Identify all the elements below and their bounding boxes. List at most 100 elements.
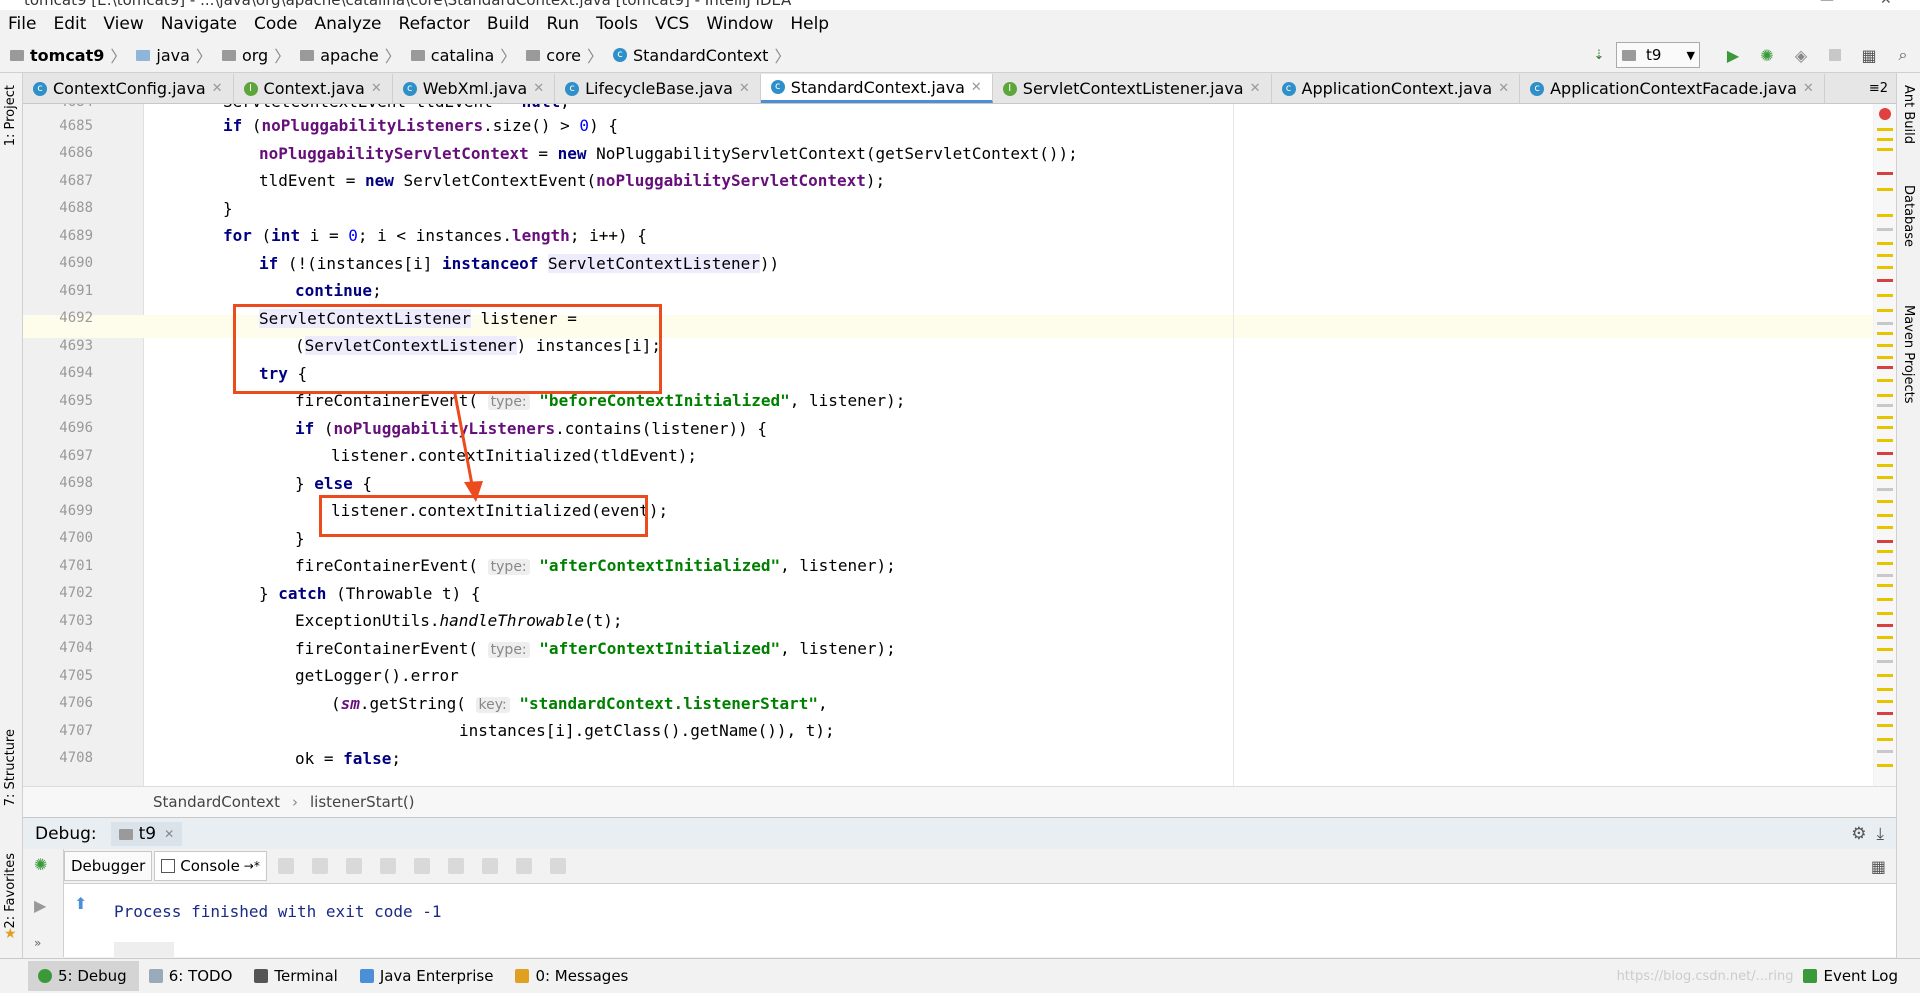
force-step-into-icon[interactable] <box>379 858 396 874</box>
error-stripe[interactable] <box>1874 104 1896 786</box>
stripe-mark[interactable] <box>1877 598 1893 601</box>
search-icon[interactable]: ⌕ <box>1894 45 1912 64</box>
stripe-mark[interactable] <box>1877 452 1893 455</box>
layout-settings-icon[interactable]: ▦ <box>1871 857 1886 876</box>
tool-ant-build[interactable]: Ant Build <box>1901 85 1916 144</box>
tool-terminal[interactable]: Terminal <box>244 961 349 991</box>
close-icon[interactable]: ✕ <box>971 80 982 95</box>
debug-icon[interactable]: ✺ <box>1758 46 1776 65</box>
menu-file[interactable]: File <box>0 14 45 34</box>
breadcrumb-catalina[interactable]: catalina 〉 <box>410 43 516 67</box>
tool-debug[interactable]: 5: Debug <box>28 961 139 991</box>
tabs-overflow-button[interactable]: ≡2 <box>1869 81 1888 96</box>
hide-panel-icon[interactable]: ⤓ <box>1876 824 1884 844</box>
breadcrumb-apache[interactable]: apache 〉 <box>300 43 401 67</box>
drop-frame-icon[interactable] <box>447 858 464 874</box>
stripe-mark[interactable] <box>1877 612 1893 615</box>
console-output[interactable]: ⬆ Process finished with exit code -1 <box>64 884 1896 957</box>
stripe-mark[interactable] <box>1877 584 1893 587</box>
stripe-mark[interactable] <box>1877 488 1893 491</box>
stripe-mark[interactable] <box>1877 404 1893 407</box>
stripe-mark[interactable] <box>1877 344 1893 347</box>
stripe-mark[interactable] <box>1877 416 1893 419</box>
stripe-mark[interactable] <box>1877 138 1893 141</box>
stripe-mark[interactable] <box>1877 426 1893 429</box>
stripe-mark[interactable] <box>1877 439 1893 442</box>
stripe-mark[interactable] <box>1877 674 1893 677</box>
menu-navigate[interactable]: Navigate <box>153 14 246 34</box>
stripe-mark[interactable] <box>1877 366 1893 369</box>
stripe-mark[interactable] <box>1877 356 1893 359</box>
tab-standardcontext[interactable]: c StandardContext.java ✕ <box>760 74 993 103</box>
step-out-icon[interactable] <box>413 858 430 874</box>
tool-messages[interactable]: 0: Messages <box>505 961 640 991</box>
close-icon[interactable]: ✕ <box>212 81 223 96</box>
stripe-mark[interactable] <box>1877 214 1893 217</box>
evaluate-icon[interactable] <box>515 858 532 874</box>
scroll-up-icon[interactable]: ⬆ <box>74 894 87 913</box>
show-execution-point-icon[interactable] <box>277 858 294 874</box>
minimize-icon[interactable]: — <box>1820 0 1834 8</box>
stripe-mark[interactable] <box>1877 148 1893 151</box>
breadcrumb-standardcontext[interactable]: c StandardContext 〉 <box>612 43 790 67</box>
console-input-area[interactable] <box>114 942 174 957</box>
run-icon[interactable]: ▶ <box>1724 46 1742 65</box>
menu-build[interactable]: Build <box>479 14 539 34</box>
tab-lifecyclebase[interactable]: c LifecycleBase.java ✕ <box>555 74 761 103</box>
menu-run[interactable]: Run <box>539 14 589 34</box>
rerun-icon[interactable]: ✺ <box>34 855 47 874</box>
stripe-mark[interactable] <box>1877 764 1893 767</box>
tab-webxml[interactable]: c WebXml.java ✕ <box>393 74 556 103</box>
run-config-select[interactable]: t9 ▼ <box>1616 42 1700 68</box>
stripe-mark[interactable] <box>1877 279 1893 282</box>
menu-refactor[interactable]: Refactor <box>391 14 479 34</box>
stripe-mark[interactable] <box>1877 636 1893 639</box>
crumb-method[interactable]: listenerStart() <box>310 793 415 811</box>
step-into-icon[interactable] <box>345 858 362 874</box>
run-to-cursor-icon[interactable] <box>481 858 498 874</box>
tool-java-enterprise[interactable]: Java Enterprise <box>350 961 506 991</box>
project-structure-icon[interactable]: ▦ <box>1860 46 1878 65</box>
close-icon[interactable]: ✕ <box>164 827 174 841</box>
close-window-icon[interactable]: ✕ <box>1880 0 1892 8</box>
debug-session-tab[interactable]: t9 ✕ <box>110 822 183 846</box>
step-over-icon[interactable] <box>311 858 328 874</box>
close-icon[interactable]: ✕ <box>1498 81 1509 96</box>
stripe-mark[interactable] <box>1877 688 1893 691</box>
tool-maven[interactable]: Maven Projects <box>1901 305 1916 404</box>
close-icon[interactable]: ✕ <box>739 81 750 96</box>
stripe-mark[interactable] <box>1877 242 1893 245</box>
menu-view[interactable]: View <box>95 14 152 34</box>
stripe-mark[interactable] <box>1877 750 1893 753</box>
stripe-mark[interactable] <box>1877 294 1893 297</box>
tool-todo[interactable]: 6: TODO <box>139 961 245 991</box>
breadcrumb-project[interactable]: tomcat9 〉 <box>10 43 126 67</box>
tab-contextconfig[interactable]: c ContextConfig.java ✕ <box>23 74 234 103</box>
more-icon[interactable]: » <box>34 936 41 950</box>
stripe-mark[interactable] <box>1877 266 1893 269</box>
coverage-icon[interactable]: ◈ <box>1792 46 1810 65</box>
menu-edit[interactable]: Edit <box>45 14 95 34</box>
trace-icon[interactable] <box>549 858 566 874</box>
menu-tools[interactable]: Tools <box>588 14 647 34</box>
tab-applicationcontext[interactable]: c ApplicationContext.java ✕ <box>1272 74 1521 103</box>
menu-analyze[interactable]: Analyze <box>307 14 391 34</box>
stripe-mark[interactable] <box>1877 712 1893 715</box>
crumb-class[interactable]: StandardContext <box>153 793 280 811</box>
stripe-mark[interactable] <box>1877 526 1893 529</box>
stripe-mark[interactable] <box>1877 562 1893 565</box>
breadcrumb-core[interactable]: core 〉 <box>526 43 603 67</box>
stripe-mark[interactable] <box>1877 188 1893 191</box>
tool-structure[interactable]: 7: Structure <box>3 729 18 806</box>
stop-icon[interactable] <box>1826 46 1844 64</box>
close-icon[interactable]: ✕ <box>533 81 544 96</box>
stripe-mark[interactable] <box>1877 540 1893 543</box>
stripe-mark[interactable] <box>1877 574 1893 577</box>
tab-debugger[interactable]: Debugger <box>64 851 153 881</box>
stripe-mark[interactable] <box>1877 379 1893 382</box>
stripe-mark[interactable] <box>1877 700 1893 703</box>
gear-icon[interactable]: ⚙ <box>1851 824 1866 844</box>
stripe-mark[interactable] <box>1877 500 1893 503</box>
tab-console[interactable]: Console →* <box>154 851 267 881</box>
close-icon[interactable]: ✕ <box>1250 81 1261 96</box>
